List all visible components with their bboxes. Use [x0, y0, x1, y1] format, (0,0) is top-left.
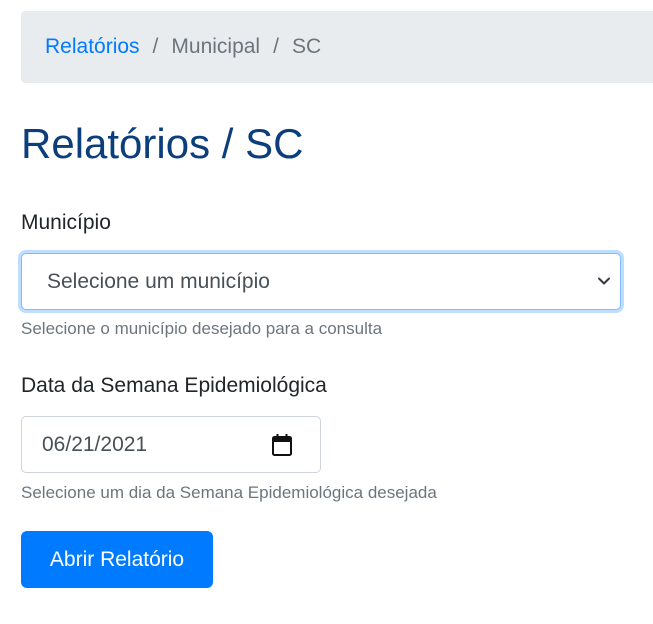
semana-label: Data da Semana Epidemiológica: [21, 374, 327, 397]
municipio-help: Selecione o município desejado para a co…: [21, 319, 383, 338]
breadcrumb: Relatórios / Municipal / SC: [21, 11, 653, 83]
municipio-select[interactable]: Selecione um município: [21, 253, 621, 310]
semana-date-input[interactable]: 06/21/2021: [21, 416, 321, 473]
municipio-label: Município: [21, 211, 111, 234]
breadcrumb-item-current: SC: [291, 35, 322, 58]
chevron-down-icon: [598, 277, 610, 285]
semana-date-value: 06/21/2021: [42, 432, 148, 456]
breadcrumb-item-relatorios[interactable]: Relatórios: [45, 35, 140, 59]
page-title: Relatórios / SC: [21, 120, 304, 167]
municipio-select-value: Selecione um município: [47, 269, 270, 293]
breadcrumb-item-municipal: Municipal: [171, 35, 261, 58]
calendar-icon[interactable]: [271, 433, 293, 457]
breadcrumb-separator: /: [273, 35, 279, 58]
semana-help: Selecione um dia da Semana Epidemiológic…: [21, 483, 437, 502]
breadcrumb-separator: /: [152, 35, 159, 58]
abrir-relatorio-button[interactable]: Abrir Relatório: [21, 531, 213, 588]
